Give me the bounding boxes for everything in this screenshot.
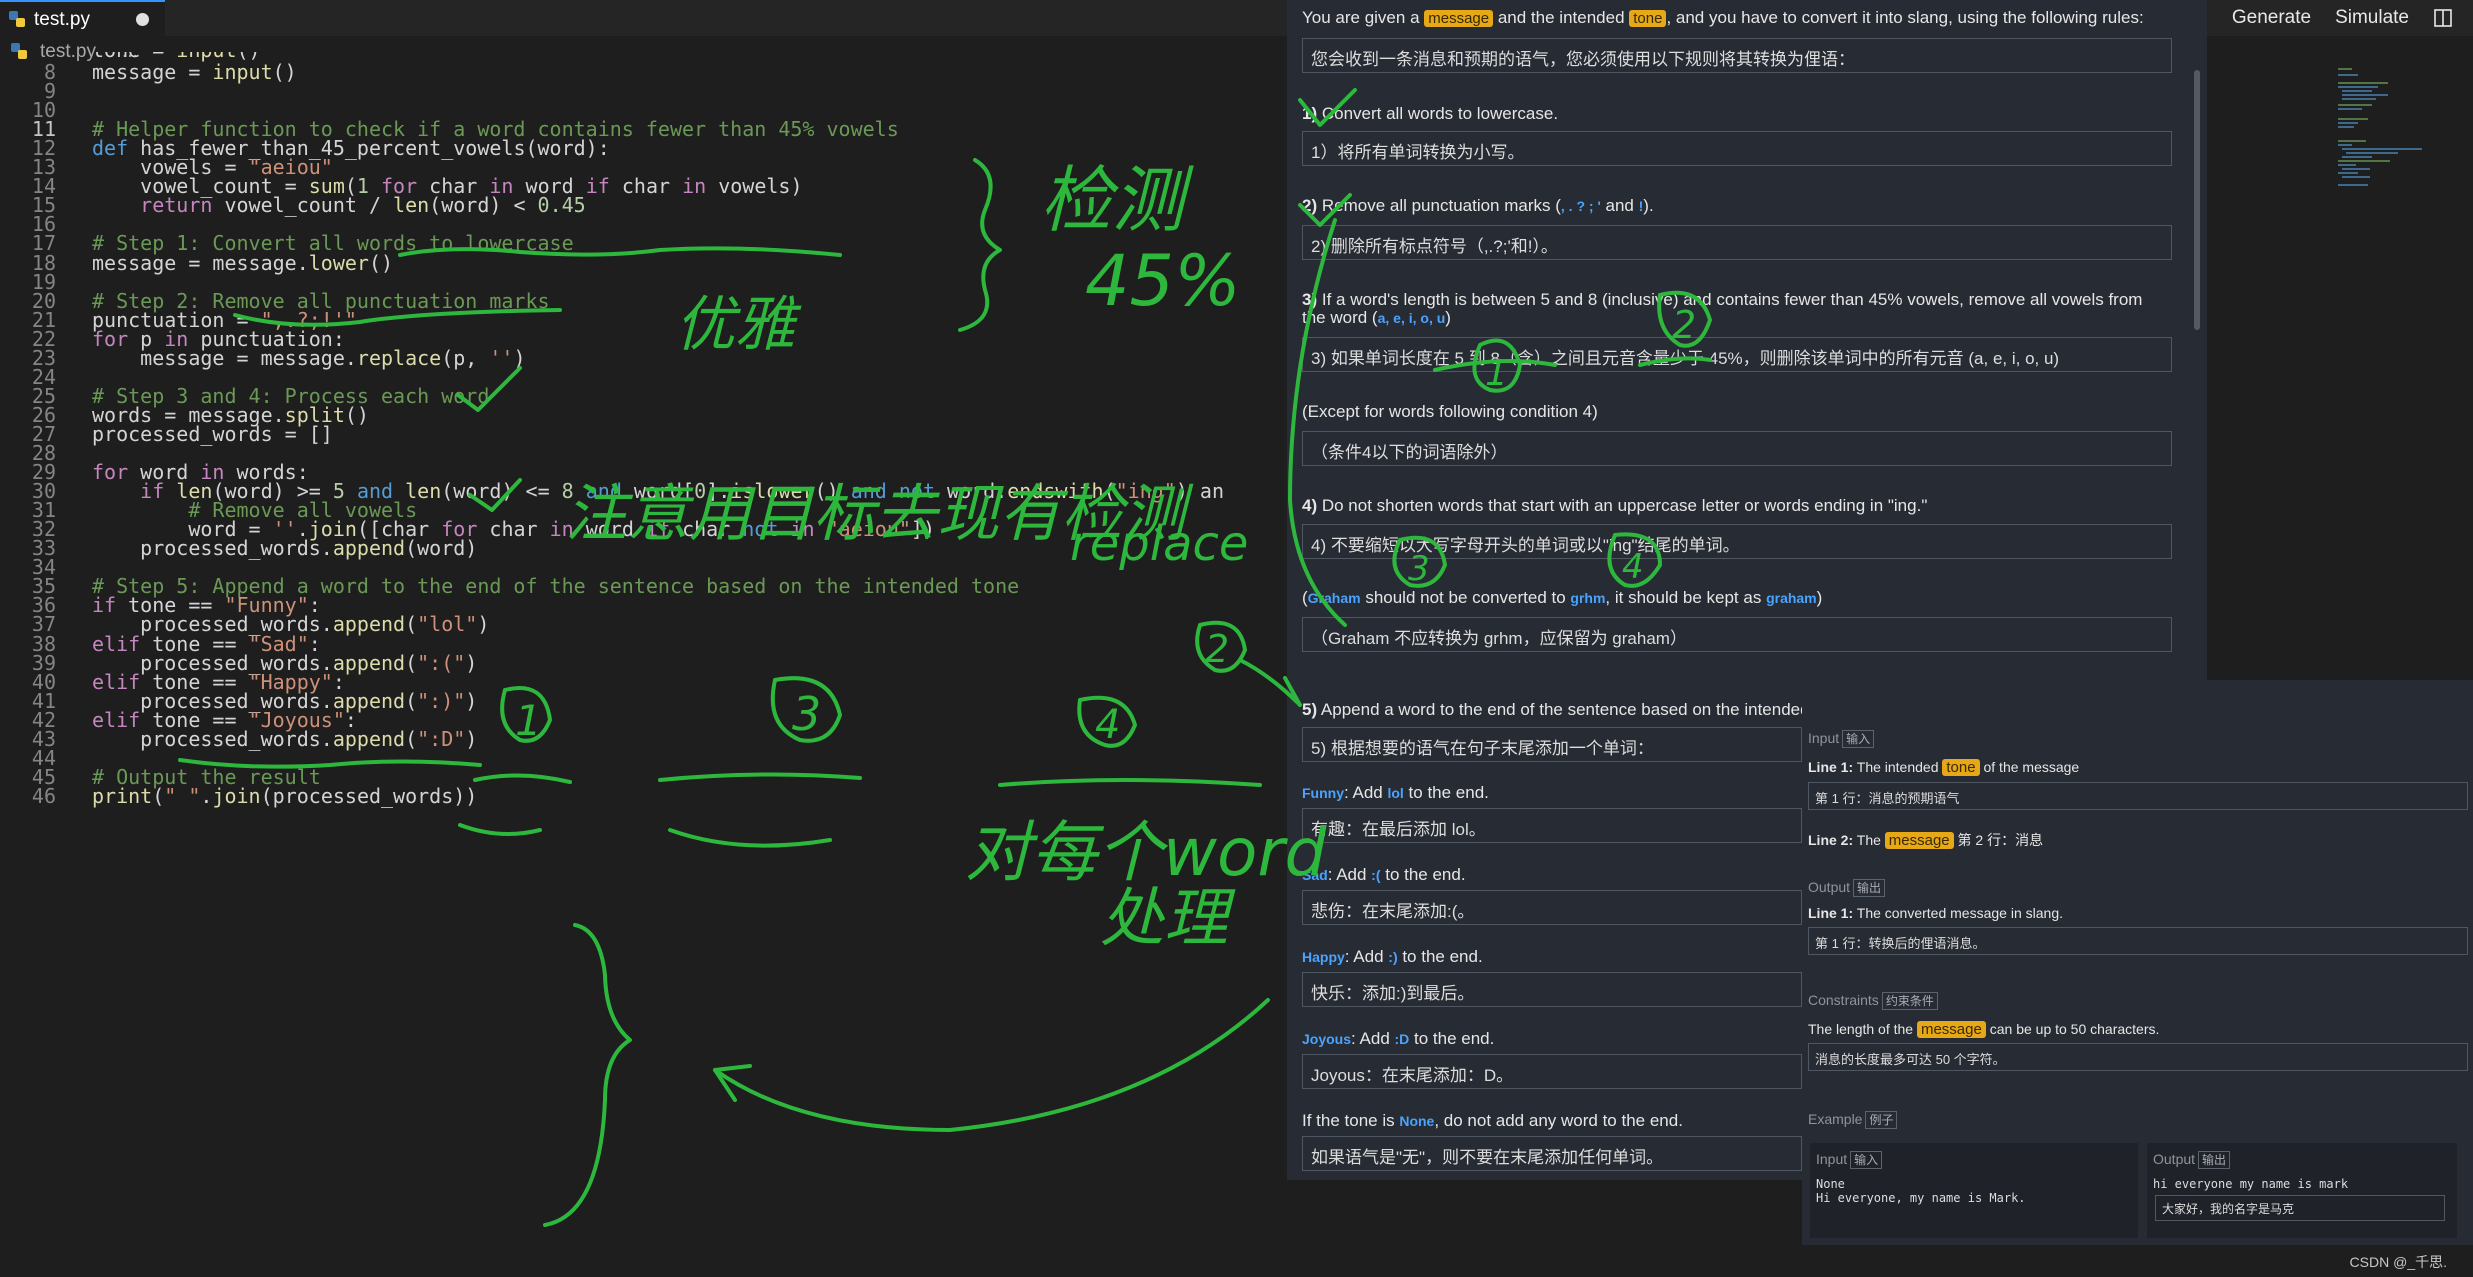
output-heading: Output 输出 — [1808, 879, 1886, 897]
tone-none-translation: 如果语气是"无"，则不要在末尾添加任何单词。 — [1302, 1136, 1802, 1171]
line-number: 46 — [31, 783, 56, 808]
example-input-line-2: Hi everyone, my name is Mark. — [1816, 1191, 2026, 1205]
rule-3-exception-translation: （条件4以下的词语除外） — [1302, 431, 2172, 466]
example-output-label: Output — [2153, 1151, 2196, 1167]
output-line-1-translation: 第 1 行：转换后的俚语消息。 — [1808, 927, 2468, 955]
output-line-1: Line 1: The converted message in slang. — [1808, 905, 2063, 921]
tone-joyous-translation: Joyous：在末尾添加：D。 — [1302, 1054, 1802, 1089]
rule-1-translation: 1）将所有单词转换为小写。 — [1302, 131, 2172, 166]
rule-4: 4) Do not shorten words that start with … — [1302, 496, 1928, 515]
rule-2-translation: 2) 删除所有标点符号（,.?;'和!）。 — [1302, 225, 2172, 260]
constraints-text: The length of the message can be up to 5… — [1808, 1021, 2160, 1038]
python-file-icon — [9, 11, 25, 27]
unsaved-dot-icon[interactable] — [136, 13, 149, 26]
code-line: message = message.lower() — [92, 250, 394, 275]
tone-happy: Happy: Add :) to the end. — [1302, 947, 1483, 966]
example-heading: Example 例子 — [1808, 1111, 1898, 1129]
rule-3: 3) If a word's length is between 5 and 8… — [1302, 290, 2143, 309]
code-line: processed_words.append(word) — [92, 536, 478, 561]
example-input-line-1: None — [1816, 1177, 1845, 1191]
rule-4-translation: 4) 不要缩短以大写字母开头的单词或以"ing"结尾的单词。 — [1302, 524, 2172, 559]
minimap[interactable] — [2330, 60, 2450, 190]
example-output-line-1: hi everyone my name is mark — [2153, 1177, 2349, 1191]
tone-funny-translation: 有趣：在最后添加 lol。 — [1302, 808, 1802, 843]
rule-5-translation: 5) 根据想要的语气在句子末尾添加一个单词： — [1302, 727, 1802, 762]
panel-scrollbar[interactable] — [2194, 70, 2200, 330]
rule-3-exception: (Except for words following condition 4) — [1302, 402, 1598, 421]
code-editor[interactable]: tone = input()8message = input()91011# H… — [0, 52, 1290, 1272]
constraints-heading: Constraints 约束条件 — [1808, 992, 1938, 1010]
input-heading: Input 输入 — [1808, 730, 1875, 748]
input-line-1: Line 1: The intended tone of the message — [1808, 759, 2080, 776]
rule-3-cont: the word (a, e, i, o, u) — [1302, 308, 1451, 327]
rule-5: 5) Append a word to the end of the sente… — [1302, 700, 1852, 720]
code-line: print(" ".join(processed_words)) — [92, 783, 478, 808]
tone-none: If the tone is None, do not add any word… — [1302, 1111, 1683, 1130]
input-line-2: Line 2: The message 第 2 行：消息 — [1808, 832, 2044, 849]
status-bar — [0, 1265, 2473, 1277]
example-output-box: Output 输出 hi everyone my name is mark 大家好… — [2147, 1143, 2457, 1238]
tone-sad-translation: 悲伤：在末尾添加:(。 — [1302, 890, 1802, 925]
graham-translation: （Graham 不应转换为 grhm，应保留为 graham） — [1302, 617, 2172, 652]
code-line: return vowel_count / len(word) < 0.45 — [140, 193, 586, 218]
tab-test-py[interactable]: test.py — [0, 0, 165, 36]
rule-1: 1) Convert all words to lowercase. — [1302, 104, 1559, 123]
code-line: message = input() — [92, 60, 297, 84]
example-input-box: Input 输入 None Hi everyone, my name is Mar… — [1810, 1143, 2138, 1238]
graham-note: (Graham should not be converted to grhm,… — [1302, 588, 1823, 607]
code-line: processed_words = [] — [92, 421, 333, 446]
rule-2: 2) Remove all punctuation marks (, . ? ;… — [1302, 196, 1654, 215]
top-actions: Generate Simulate — [2232, 0, 2473, 36]
generate-button[interactable]: Generate — [2232, 7, 2311, 29]
split-editor-icon[interactable] — [2433, 8, 2453, 28]
code-line: processed_words.append(":D") — [92, 726, 478, 751]
example-input-label: Input — [1816, 1151, 1848, 1167]
tone-joyous: Joyous: Add :D to the end. — [1302, 1029, 1495, 1048]
code-line: message = message.replace(p, '') — [92, 345, 526, 370]
tone-funny: Funny: Add lol to the end. — [1302, 783, 1489, 802]
rule-3-translation: 3) 如果单词长度在 5 到 8（含）之间且元音含量少于 45%，则删除该单词中… — [1302, 337, 2172, 372]
constraints-translation: 消息的长度最多可达 50 个字符。 — [1808, 1043, 2468, 1071]
tone-happy-translation: 快乐：添加:)到最后。 — [1302, 972, 1802, 1007]
intro-text: You are given a message and the intended… — [1302, 8, 2144, 27]
tone-sad: Sad: Add :( to the end. — [1302, 865, 1466, 884]
simulate-button[interactable]: Simulate — [2335, 7, 2409, 29]
input-line-1-translation: 第 1 行：消息的预期语气 — [1808, 782, 2468, 810]
example-output-translation: 大家好，我的名字是马克 — [2155, 1195, 2445, 1221]
intro-translation: 您会收到一条消息和预期的语气，您必须使用以下规则将其转换为俚语： — [1302, 38, 2172, 73]
watermark: CSDN @_千思. — [2349, 1254, 2447, 1270]
tab-label: test.py — [34, 9, 90, 30]
